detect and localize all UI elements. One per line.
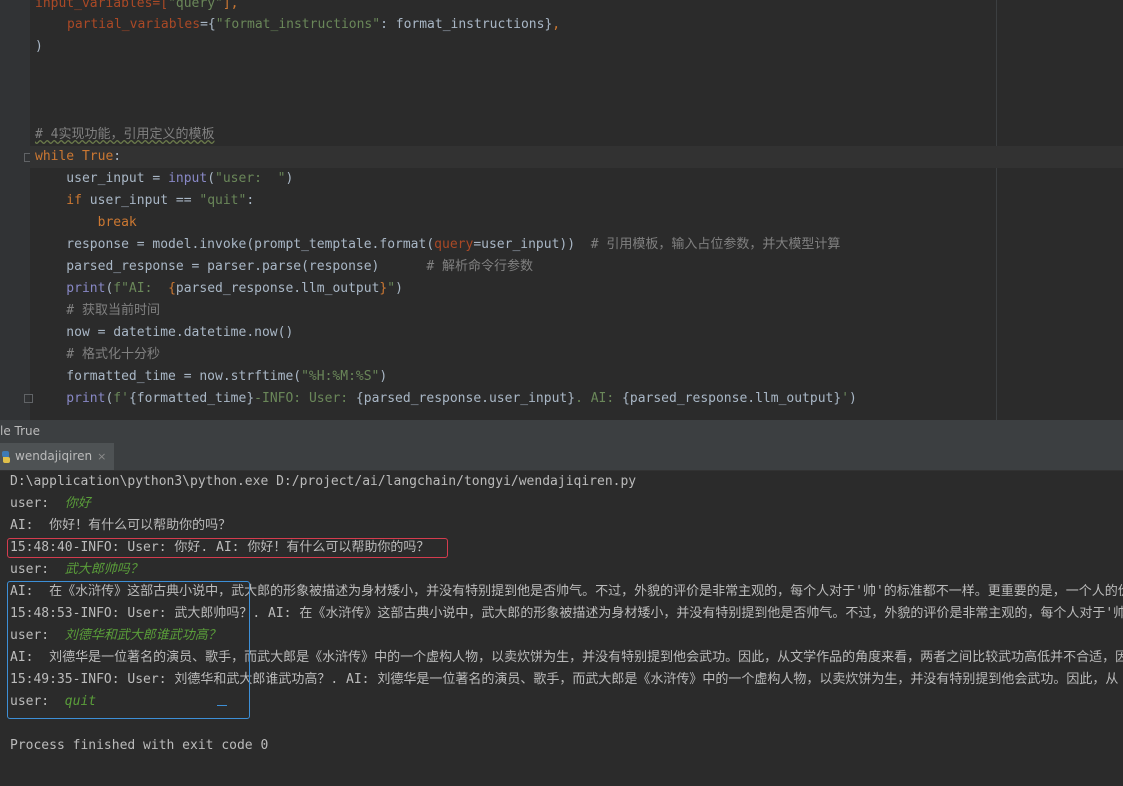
code-token: user_input =: [35, 171, 169, 186]
code-token: : format_instructions}: [380, 17, 553, 32]
code-line: input_variables=["query"],: [35, 0, 239, 15]
code-keyword: if: [35, 193, 82, 208]
console-user-input: 你好: [64, 496, 91, 511]
code-editor[interactable]: input_variables=["query"], partial_varia…: [0, 0, 1123, 420]
console-line: user: 你好: [10, 493, 91, 515]
code-string: "quit": [199, 193, 247, 208]
code-string: "user: ": [215, 171, 286, 186]
code-line: print(f'{formatted_time}-INFO: User: {pa…: [35, 388, 857, 410]
code-comment: # 获取当前时间: [35, 303, 160, 318]
close-icon[interactable]: ×: [97, 443, 106, 470]
code-token: input_variables=[: [35, 0, 169, 11]
run-tab-label: wendajiqiren: [15, 449, 93, 463]
code-token: ): [35, 39, 43, 54]
code-token: parsed_response.llm_output: [175, 281, 380, 296]
code-line: user_input = input("user: "): [35, 168, 293, 190]
code-token: {parsed_response.llm_output}: [622, 391, 842, 406]
code-token: ): [285, 171, 294, 186]
code-keyword: while: [35, 149, 75, 164]
code-token: ): [849, 391, 857, 406]
code-builtin: print: [35, 391, 106, 406]
code-token: response = model.invoke(prompt_temptale.…: [35, 237, 435, 252]
code-token: parsed_response = parser.parse(response): [35, 259, 427, 274]
code-builtin: print: [35, 281, 106, 296]
code-token: partial_variables: [67, 17, 201, 32]
code-line: formatted_time = now.strftime("%H:%M:%S"…: [35, 366, 387, 388]
code-keyword: True: [81, 149, 114, 164]
code-token: =user_input)): [473, 237, 591, 252]
code-comment: # 引用模板，输入占位参数，并大模型计算: [590, 237, 841, 252]
run-tool-window-tabs: wendajiqiren ×: [0, 443, 1123, 471]
code-string: ': [841, 391, 850, 406]
code-token: now = datetime.datetime.now(): [35, 325, 294, 340]
code-line: parsed_response = parser.parse(response)…: [35, 256, 533, 278]
code-token: :: [113, 149, 122, 164]
breadcrumb[interactable]: le True: [0, 420, 1123, 443]
right-margin-guide: [996, 0, 997, 420]
code-comment: # 解析命令行参数: [426, 259, 533, 274]
fold-marker-icon[interactable]: [24, 394, 33, 403]
code-line: ): [35, 36, 43, 58]
code-line: break: [35, 212, 137, 234]
console-line: user: 武大郎帅吗？: [10, 559, 143, 581]
code-string: ": [387, 281, 396, 296]
code-token: ={: [200, 17, 216, 32]
code-string: f': [113, 391, 129, 406]
code-comment: # 4实现功能，引用定义的模板: [35, 127, 215, 142]
code-token: ],: [222, 0, 239, 11]
console-prompt: user:: [10, 562, 65, 577]
code-line: now = datetime.datetime.now(): [35, 322, 293, 344]
console-line: D:\application\python3\python.exe D:/pro…: [10, 474, 637, 489]
code-line: # 4实现功能，引用定义的模板: [35, 124, 214, 146]
code-token: ): [395, 281, 403, 296]
code-line: if user_input == "quit":: [35, 190, 254, 212]
code-comment: # 格式化十分秒: [35, 347, 160, 362]
code-token: user_input ==: [81, 193, 200, 208]
highlight-box-blue: [7, 581, 250, 719]
code-token: formatted_time = now.strftime(: [35, 369, 302, 384]
code-line: response = model.invoke(prompt_temptale.…: [35, 234, 840, 256]
code-param: query: [434, 237, 474, 252]
code-string: f"AI:: [113, 281, 169, 296]
code-line: partial_variables={"format_instructions"…: [67, 14, 560, 36]
code-token: ,: [552, 17, 561, 32]
code-line-current: while True:: [30, 146, 1123, 168]
console-line-exit: Process finished with exit code 0: [10, 738, 269, 753]
code-token: :: [246, 193, 255, 208]
code-token: {: [168, 281, 176, 296]
code-string: . AI:: [575, 391, 623, 406]
editor-gutter: [0, 0, 30, 420]
python-file-icon: [2, 450, 10, 463]
code-token: ): [379, 369, 388, 384]
code-string: -INFO: User:: [254, 391, 356, 406]
code-token: {parsed_response.user_input}: [355, 391, 576, 406]
code-token: {formatted_time}: [128, 391, 255, 406]
console-line: AI: 你好！有什么可以帮助你的吗？: [10, 518, 232, 533]
code-token: "format_instructions": [215, 17, 381, 32]
code-string: "%H:%M:%S": [301, 369, 380, 384]
text-cursor: [217, 705, 227, 706]
code-line: # 格式化十分秒: [35, 344, 160, 366]
code-builtin: input: [168, 171, 208, 186]
code-line: # 获取当前时间: [35, 300, 160, 322]
code-line: print(f"AI: {parsed_response.llm_output}…: [35, 278, 403, 300]
breadcrumb-item[interactable]: le True: [0, 420, 40, 443]
console-prompt: user:: [10, 496, 65, 511]
highlight-box-red: [7, 538, 448, 558]
code-token: "query": [168, 0, 223, 11]
code-keyword: break: [35, 215, 137, 230]
run-tab-wendajiqiren[interactable]: wendajiqiren ×: [0, 443, 115, 470]
console-user-input: 武大郎帅吗？: [64, 562, 143, 577]
code-token: (: [207, 171, 216, 186]
